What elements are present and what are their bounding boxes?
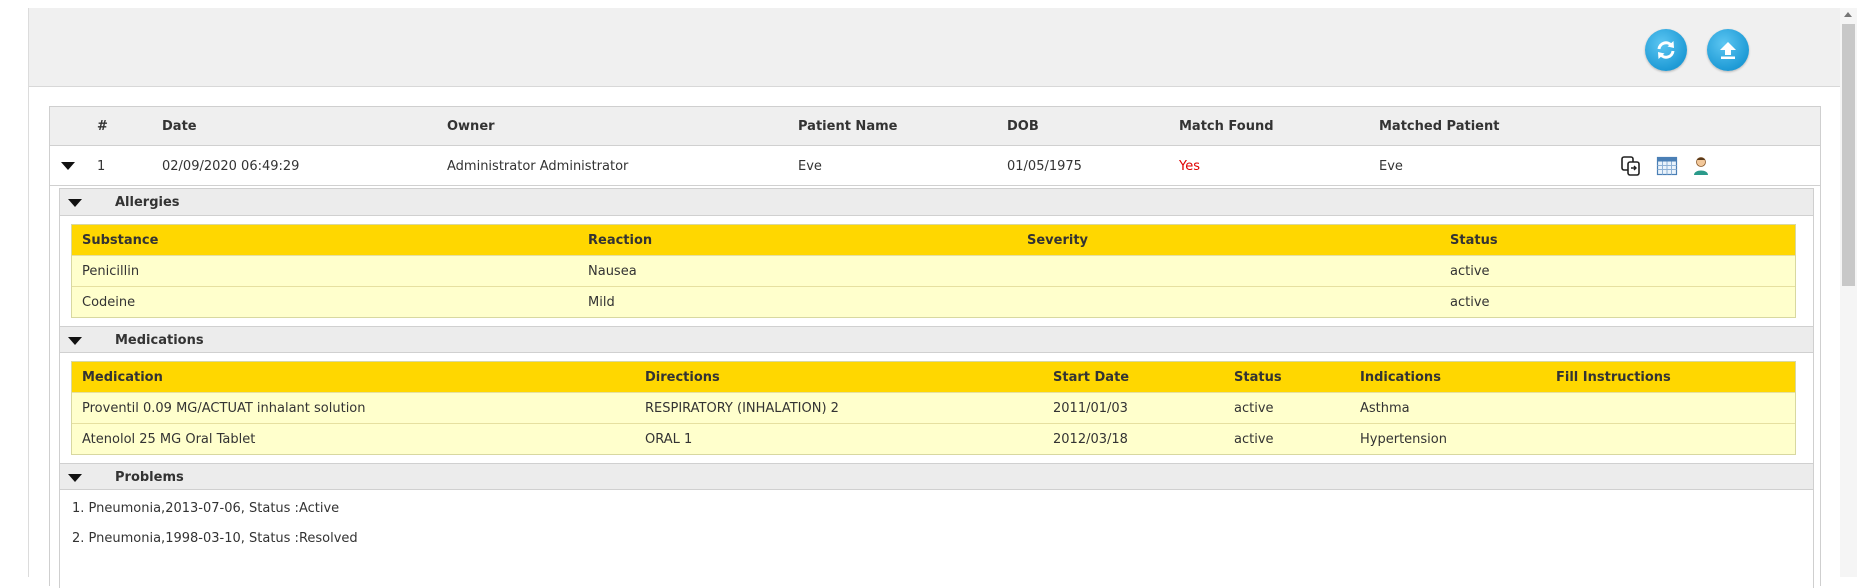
col-patient-name[interactable]: Patient Name [798,119,897,134]
grid-header: # Date Owner Patient Name DOB Match Foun… [50,107,1820,146]
med-col-status: Status [1234,370,1282,385]
upload-icon [1720,42,1736,59]
row-number: 1 [97,159,106,174]
med-status: active [1234,432,1274,447]
table-row: Atenolol 25 MG Oral Tablet ORAL 1 2012/0… [72,423,1795,454]
allergies-section-header[interactable]: Allergies [60,189,1813,216]
col-dob[interactable]: DOB [1007,119,1039,134]
collapse-caret-icon[interactable] [68,474,82,482]
allergy-substance: Penicillin [82,264,140,279]
patient-user-icon[interactable] [1690,155,1712,177]
toolbar [29,8,1840,87]
main-panel: # Date Owner Patient Name DOB Match Foun… [28,8,1844,588]
col-matched-patient[interactable]: Matched Patient [1379,119,1499,134]
med-indications: Asthma [1360,401,1410,416]
calendar-grid-icon[interactable] [1656,155,1678,177]
list-item: 2. Pneumonia,1998-03-10, Status :Resolve… [72,531,358,546]
allergy-col-severity: Severity [1027,233,1089,248]
allergy-substance: Codeine [82,295,136,310]
med-col-fill-instructions: Fill Instructions [1556,370,1671,385]
col-date[interactable]: Date [162,119,197,134]
medications-table-header: Medication Directions Start Date Status … [72,362,1795,392]
scroll-thumb[interactable] [1842,24,1855,286]
refresh-button[interactable] [1645,29,1687,71]
allergies-table-header: Substance Reaction Severity Status [72,225,1795,255]
table-row: Penicillin Nausea active [72,255,1795,286]
medications-section-header[interactable]: Medications [60,326,1813,353]
med-start-date: 2011/01/03 [1053,401,1128,416]
med-col-indications: Indications [1360,370,1441,385]
table-row: Codeine Mild active [72,286,1795,317]
collapse-caret-icon[interactable] [68,337,82,345]
row-matched-patient: Eve [1379,159,1403,174]
medications-title: Medications [115,333,204,348]
med-name: Atenolol 25 MG Oral Tablet [82,432,256,447]
allergy-reaction: Mild [588,295,615,310]
allergy-col-substance: Substance [82,233,159,248]
allergy-col-reaction: Reaction [588,233,653,248]
col-owner[interactable]: Owner [447,119,495,134]
med-name: Proventil 0.09 MG/ACTUAT inhalant soluti… [82,401,366,416]
col-match-found[interactable]: Match Found [1179,119,1274,134]
row-owner: Administrator Administrator [447,159,629,174]
problems-list: 1. Pneumonia,2013-07-06, Status :Active … [60,490,1813,570]
import-grid: # Date Owner Patient Name DOB Match Foun… [49,106,1821,588]
medications-table: Medication Directions Start Date Status … [71,361,1796,455]
table-row[interactable]: 1 02/09/2020 06:49:29 Administrator Admi… [50,146,1820,186]
med-col-directions: Directions [645,370,720,385]
scroll-up-arrow-icon[interactable] [1844,12,1852,17]
col-number[interactable]: # [97,119,108,134]
med-indications: Hypertension [1360,432,1447,447]
vertical-scrollbar[interactable] [1840,8,1857,577]
med-status: active [1234,401,1274,416]
row-match-found: Yes [1179,159,1200,174]
copy-record-icon[interactable] [1620,155,1642,177]
allergy-reaction: Nausea [588,264,637,279]
allergy-col-status: Status [1450,233,1498,248]
med-directions: RESPIRATORY (INHALATION) 2 [645,401,839,416]
refresh-icon [1657,41,1675,59]
med-directions: ORAL 1 [645,432,693,447]
problems-title: Problems [115,470,184,485]
row-patient-name: Eve [798,159,822,174]
med-start-date: 2012/03/18 [1053,432,1128,447]
med-col-start-date: Start Date [1053,370,1130,385]
allergies-title: Allergies [115,195,180,210]
row-dob: 01/05/1975 [1007,159,1082,174]
list-item: 1. Pneumonia,2013-07-06, Status :Active [72,501,340,516]
allergies-table: Substance Reaction Severity Status Penic… [71,224,1796,318]
problems-section-header[interactable]: Problems [60,463,1813,490]
upload-button[interactable] [1707,29,1749,71]
allergy-status: active [1450,264,1490,279]
expand-caret-icon[interactable] [61,162,75,170]
med-col-medication: Medication [82,370,163,385]
row-date: 02/09/2020 06:49:29 [162,159,300,174]
record-detail: Allergies Substance Reaction Severity St… [59,188,1814,588]
table-row: Proventil 0.09 MG/ACTUAT inhalant soluti… [72,392,1795,423]
collapse-caret-icon[interactable] [68,199,82,207]
allergy-status: active [1450,295,1490,310]
